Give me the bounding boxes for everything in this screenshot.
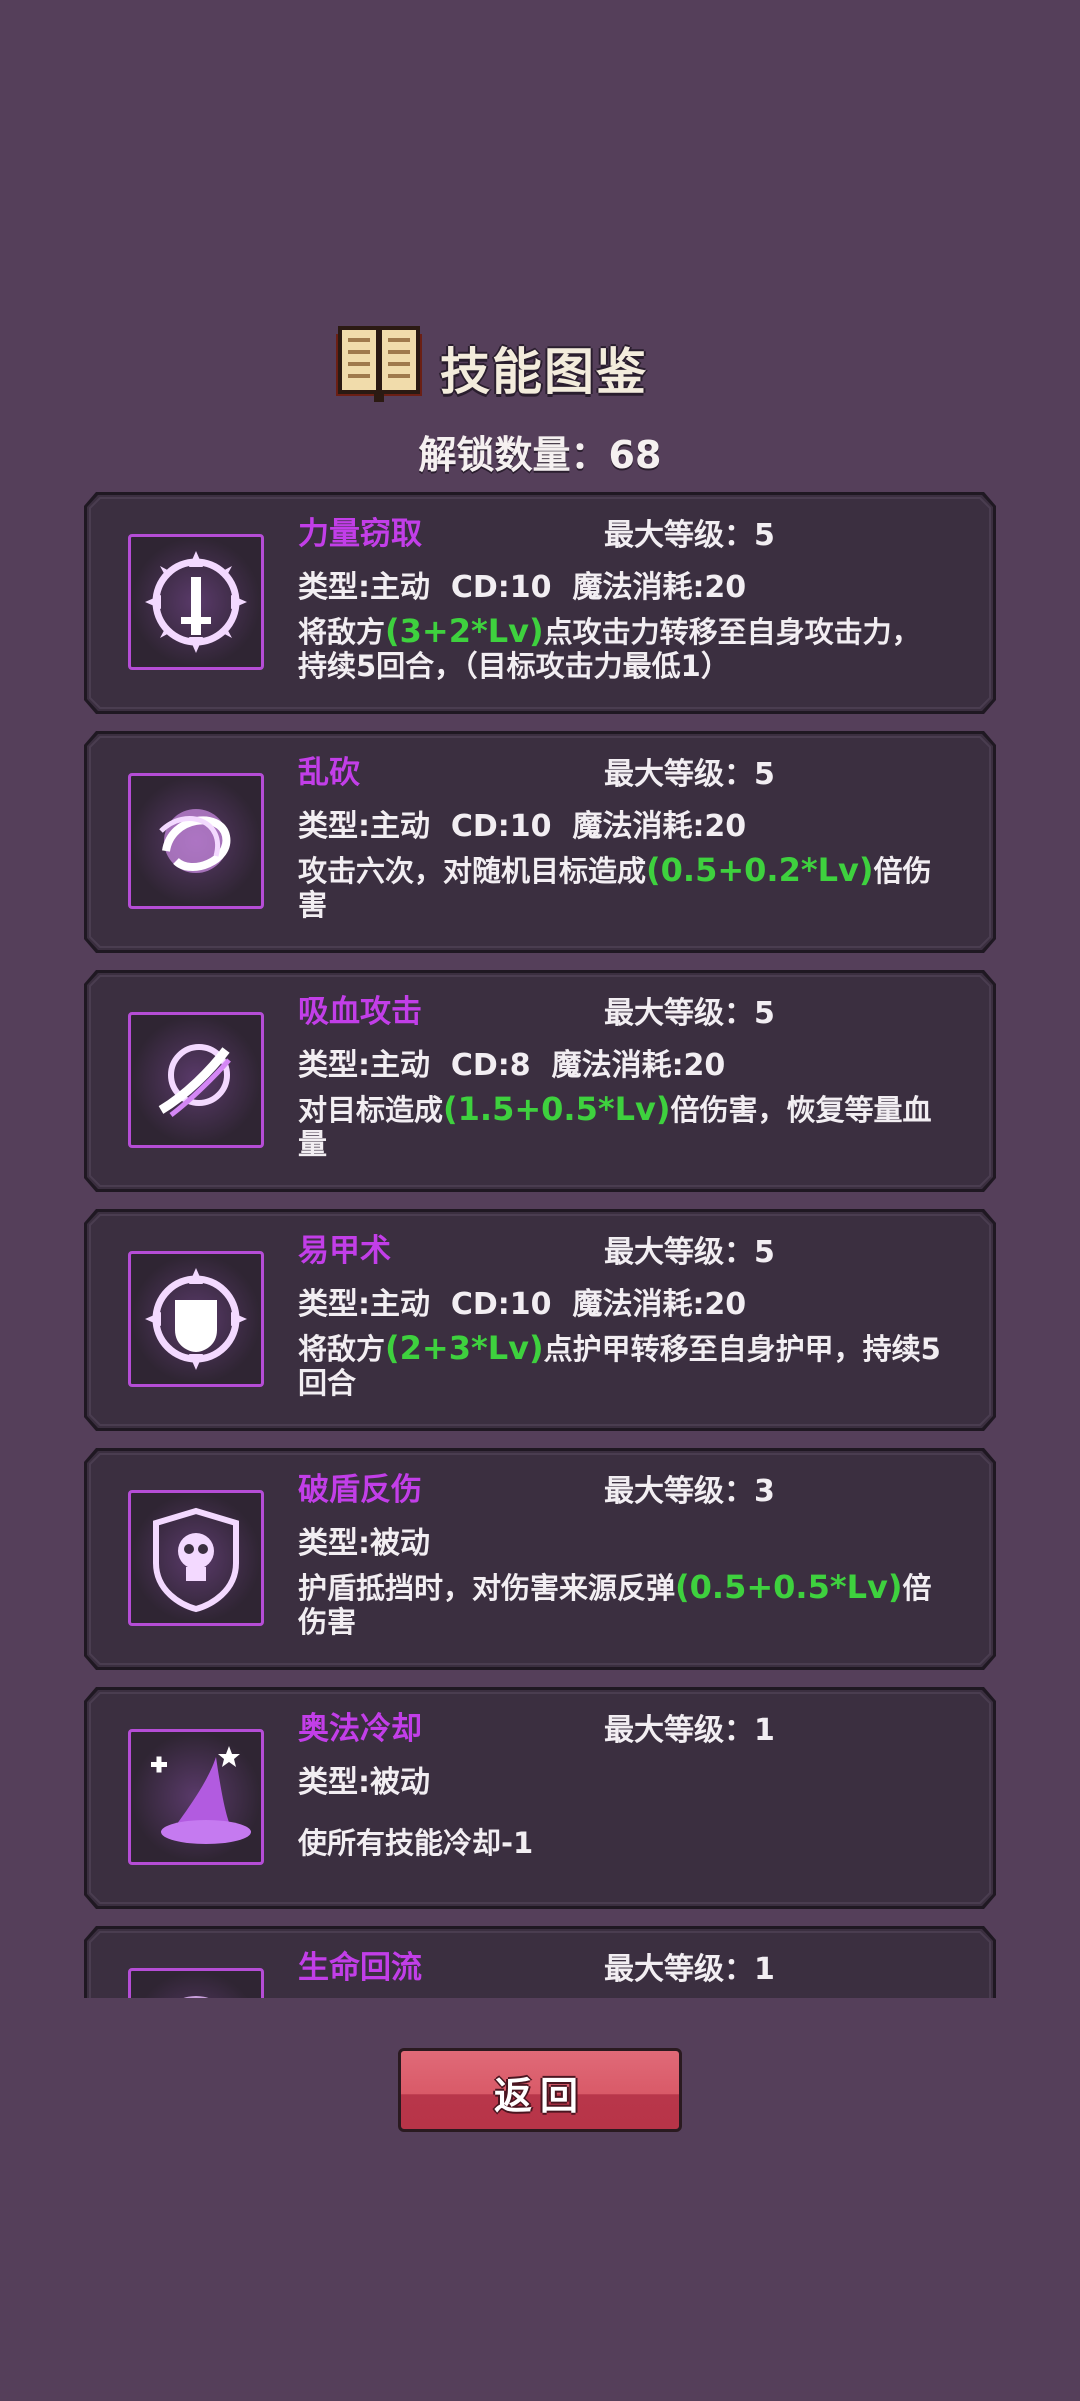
skill-meta: 类型:被动	[298, 1526, 430, 1561]
unlock-count: 解锁数量：68	[418, 433, 662, 477]
book-icon	[336, 326, 422, 402]
skill-max-level: 最大等级：5	[604, 518, 775, 553]
skill-card[interactable]: 破盾反伤 最大等级：3 类型:被动护盾抵挡时，对伤害来源反弹(0.5+0.5*Lv)…	[84, 1448, 996, 1670]
armor-sun-icon	[128, 1251, 264, 1387]
skill-max-level: 最大等级：5	[604, 757, 775, 792]
skill-max-level: 最大等级：5	[604, 996, 775, 1031]
slash-swirl-icon	[128, 773, 264, 909]
sword-sun-icon	[128, 534, 264, 670]
skill-description: 将敌方(2+3*Lv)点护甲转移至自身护甲，持续5回合	[298, 1331, 948, 1400]
skill-list[interactable]: 力量窃取 最大等级：5 类型:主动 CD:10 魔法消耗:20 将敌方(3+2*Lv)…	[0, 490, 1080, 1998]
skill-description: 护盾抵挡时，对伤害来源反弹(0.5+0.5*Lv)倍伤害	[298, 1570, 948, 1639]
skill-name: 乱砍	[298, 755, 360, 791]
skill-description: 攻击六次，对随机目标造成(0.5+0.2*Lv)倍伤害	[298, 853, 948, 922]
skill-name: 奥法冷却	[298, 1711, 422, 1747]
desc-prefix: 将敌方	[298, 1332, 386, 1366]
desc-prefix: 对目标造成	[298, 1093, 444, 1127]
skill-name: 易甲术	[298, 1233, 391, 1269]
skill-card[interactable]: 吸血攻击 最大等级：5 类型:主动 CD:8 魔法消耗:20 对目标造成(1.5+0.…	[84, 970, 996, 1192]
skull-shield-icon	[128, 1490, 264, 1626]
skill-description: 对目标造成(1.5+0.5*Lv)倍伤害，恢复等量血量	[298, 1092, 948, 1161]
skill-card[interactable]: 奥法冷却 最大等级：1 类型:被动使所有技能冷却-1	[84, 1687, 996, 1909]
skill-max-level: 最大等级：3	[604, 1474, 775, 1509]
desc-prefix: 攻击六次，对随机目标造成	[298, 854, 647, 888]
desc-prefix: 使所有技能冷却-1	[298, 1826, 534, 1860]
desc-formula: (0.5+0.2*Lv)	[646, 851, 874, 889]
skill-name: 生命回流	[298, 1950, 422, 1986]
skill-name: 力量窃取	[298, 516, 422, 552]
header: 技能图鉴	[0, 318, 1080, 408]
desc-prefix: 将敌方	[298, 615, 386, 649]
skill-max-level: 最大等级：1	[604, 1713, 775, 1748]
skill-card[interactable]: 生命回流 最大等级：1	[84, 1926, 996, 1998]
wizard-hat-icon	[128, 1729, 264, 1865]
desc-formula: (0.5+0.5*Lv)	[675, 1568, 903, 1606]
desc-formula: (3+2*Lv)	[385, 612, 544, 650]
skill-max-level: 最大等级：5	[604, 1235, 775, 1270]
back-button-label: 返回	[493, 2074, 586, 2118]
skill-meta: 类型:主动 CD:10 魔法消耗:20	[298, 809, 747, 844]
desc-prefix: 护盾抵挡时，对伤害来源反弹	[298, 1571, 676, 1605]
skill-card[interactable]: 易甲术 最大等级：5 类型:主动 CD:10 魔法消耗:20 将敌方(2+3*Lv)点…	[84, 1209, 996, 1431]
skill-card[interactable]: 力量窃取 最大等级：5 类型:主动 CD:10 魔法消耗:20 将敌方(3+2*Lv)…	[84, 492, 996, 714]
skill-description: 使所有技能冷却-1	[298, 1825, 948, 1860]
skill-meta: 类型:主动 CD:10 魔法消耗:20	[298, 1287, 747, 1322]
skill-card[interactable]: 乱砍 最大等级：5 类型:主动 CD:10 魔法消耗:20 攻击六次，对随机目标造成(…	[84, 731, 996, 953]
skill-codex-screen: 技能图鉴 解锁数量：68 力量窃取 最大等级：5 类型:主动 CD:10 魔法消耗:…	[0, 0, 1080, 2401]
skill-name: 吸血攻击	[298, 994, 422, 1030]
skill-name: 破盾反伤	[298, 1472, 422, 1508]
back-button[interactable]: 返回	[398, 2048, 682, 2132]
desc-formula: (2+3*Lv)	[385, 1329, 544, 1367]
skill-meta: 类型:主动 CD:8 魔法消耗:20	[298, 1048, 726, 1083]
skill-max-level: 最大等级：1	[604, 1952, 775, 1987]
skill-meta: 类型:主动 CD:10 魔法消耗:20	[298, 570, 747, 605]
life-orb-icon	[128, 1968, 264, 1998]
skill-meta: 类型:被动	[298, 1765, 430, 1800]
desc-formula: (1.5+0.5*Lv)	[443, 1090, 671, 1128]
vampire-strike-icon	[128, 1012, 264, 1148]
page-title: 技能图鉴	[440, 343, 648, 401]
skill-description: 将敌方(3+2*Lv)点攻击力转移至自身攻击力，持续5回合，（目标攻击力最低1）	[298, 614, 948, 683]
